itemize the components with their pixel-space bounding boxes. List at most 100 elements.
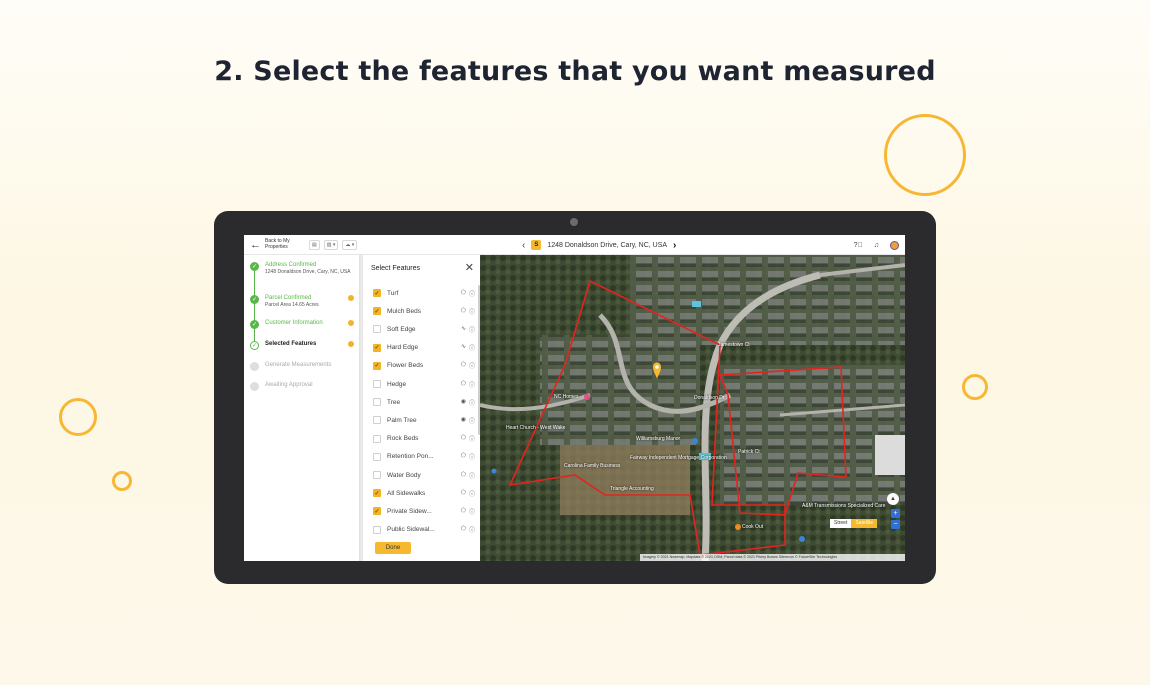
info-icon[interactable]: ⓘ <box>469 416 475 425</box>
feature-row[interactable]: Tree ◉ ⓘ <box>373 393 475 411</box>
info-icon[interactable]: ⓘ <box>469 525 475 534</box>
compass-icon[interactable]: ▲ <box>887 493 899 505</box>
step-customer-information[interactable]: ✓ Customer Information <box>250 319 358 329</box>
top-bar: ← Back to My Properties ▤ ▨ ▾ ☁ ▾ ‹ S 12… <box>244 235 905 255</box>
info-icon[interactable]: ⓘ <box>469 434 475 443</box>
address-title: 1248 Donaldson Drive, Cary, NC, USA <box>547 241 668 249</box>
step-parcel-confirmed[interactable]: ✓ Parcel Confirmed Parcel Area 14.65 Acr… <box>250 294 358 308</box>
map-label: Fairway Independent Mortgage Corporation <box>630 455 727 461</box>
cloud-tool-button[interactable]: ☁ ▾ <box>342 239 358 250</box>
check-icon: ✓ <box>250 295 259 304</box>
info-icon[interactable]: ⓘ <box>469 289 475 298</box>
feature-icons: ⬠ ⓘ <box>461 434 475 443</box>
feature-row[interactable]: ✓ Private Sidew... ⬠ ⓘ <box>373 502 475 520</box>
feature-row[interactable]: Retention Pon... ⬠ ⓘ <box>373 448 475 466</box>
feature-row[interactable]: ✓ Turf ⬠ ⓘ <box>373 284 475 302</box>
polygon-icon: ⬠ <box>460 289 466 296</box>
info-icon[interactable]: ⓘ <box>469 325 475 334</box>
step-address-confirmed[interactable]: ✓ Address Confirmed 1248 Donaldson Drive… <box>250 261 358 275</box>
feature-label: Mulch Beds <box>387 307 421 315</box>
polygon-icon: ⬠ <box>460 362 466 369</box>
feature-row[interactable]: ✓ Mulch Beds ⬠ ⓘ <box>373 302 475 320</box>
feature-checkbox[interactable]: ✓ <box>373 361 381 370</box>
arrow-left-icon: ← <box>250 238 261 251</box>
feature-icons: ⬠ ⓘ <box>461 525 475 534</box>
feature-icons: ⬠ ⓘ <box>461 380 475 389</box>
feature-icons: ⬠ ⓘ <box>461 507 475 516</box>
back-button[interactable]: ← Back to My Properties <box>250 238 305 251</box>
feature-row[interactable]: ✓ Flower Beds ⬠ ⓘ <box>373 357 475 375</box>
feature-row[interactable]: Water Body ⬠ ⓘ <box>373 466 475 484</box>
feature-row[interactable]: Hedge ⬠ ⓘ <box>373 375 475 393</box>
feature-row[interactable]: Palm Tree ◉ ⓘ <box>373 411 475 429</box>
pending-step-icon <box>250 362 259 371</box>
feature-checkbox[interactable] <box>373 434 381 443</box>
feature-checkbox[interactable] <box>373 416 381 425</box>
feature-checkbox[interactable] <box>373 325 381 334</box>
check-icon: ✓ <box>250 320 259 329</box>
image-icon: ▨ ▾ <box>326 241 336 248</box>
edit-indicator-icon[interactable] <box>348 295 354 301</box>
info-icon[interactable]: ⓘ <box>469 398 475 407</box>
feature-checkbox[interactable]: ✓ <box>373 489 381 498</box>
chevron-right-icon[interactable]: › <box>673 240 676 251</box>
map-type-toggle: Street Satellite <box>830 519 878 528</box>
feature-row[interactable]: Soft Edge ∿ ⓘ <box>373 320 475 338</box>
feature-label: Palm Tree <box>387 416 417 424</box>
satellite-map[interactable]: NC Homes Heart Church - West Wake Willia… <box>480 255 905 561</box>
help-icon[interactable]: ?⃝ <box>854 242 863 249</box>
zoom-in-button[interactable]: + <box>891 509 900 518</box>
zoom-out-button[interactable]: − <box>891 520 900 529</box>
page-headline: 2. Select the features that you want mea… <box>214 56 936 87</box>
info-icon[interactable]: ⓘ <box>469 380 475 389</box>
feature-checkbox[interactable]: ✓ <box>373 507 381 516</box>
street-view-button[interactable]: Street <box>830 519 852 528</box>
polygon-icon: ⬠ <box>460 453 466 460</box>
feature-checkbox[interactable] <box>373 380 381 388</box>
feature-label: Soft Edge <box>387 325 416 333</box>
info-icon[interactable]: ⓘ <box>469 361 475 370</box>
top-actions: ?⃝ ♫ <box>854 235 899 255</box>
feature-label: Rock Beds <box>387 435 419 443</box>
edit-indicator-icon[interactable] <box>348 341 354 347</box>
feature-checkbox[interactable]: ✓ <box>373 343 381 352</box>
feature-row[interactable]: ✓ Hard Edge ∿ ⓘ <box>373 339 475 357</box>
feature-checkbox[interactable] <box>373 452 381 461</box>
feature-row[interactable]: ✓ All Sidewalks ⬠ ⓘ <box>373 484 475 502</box>
info-icon[interactable]: ⓘ <box>469 471 475 480</box>
map-label: Carolina Family Business <box>564 463 621 469</box>
edit-indicator-icon[interactable] <box>348 320 354 326</box>
feature-checkbox[interactable]: ✓ <box>373 307 381 316</box>
feature-label: Turf <box>387 289 399 297</box>
info-icon[interactable]: ⓘ <box>469 307 475 316</box>
feature-checkbox[interactable] <box>373 525 381 534</box>
feature-row[interactable]: Rock Beds ⬠ ⓘ <box>373 430 475 448</box>
feature-checkbox[interactable]: ✓ <box>373 289 381 297</box>
feature-row[interactable]: Public Sidewal... ⬠ ⓘ <box>373 521 475 539</box>
step-title: Parcel Confirmed <box>265 295 312 301</box>
avatar[interactable] <box>890 240 899 250</box>
feature-label: Retention Pon... <box>387 453 434 461</box>
feature-checkbox[interactable] <box>373 471 381 479</box>
image-tool-button[interactable]: ▨ ▾ <box>323 239 339 250</box>
polygon-icon: ⬠ <box>460 489 466 496</box>
info-icon[interactable]: ⓘ <box>469 507 475 516</box>
polygon-icon: ⬠ <box>460 435 466 442</box>
info-icon[interactable]: ⓘ <box>469 452 475 461</box>
feature-icons: ◉ ⓘ <box>461 416 475 425</box>
feature-checkbox[interactable] <box>373 398 381 407</box>
decorative-circle-tiny <box>112 471 132 491</box>
chevron-left-icon[interactable]: ‹ <box>522 240 525 251</box>
step-generate-measurements: Generate Measurements <box>250 361 358 371</box>
satellite-view-button[interactable]: Satellite <box>851 519 878 528</box>
info-icon[interactable]: ⓘ <box>469 343 475 352</box>
layers-tool-button[interactable]: ▤ <box>309 239 320 250</box>
back-label: Back to My Properties <box>265 238 290 250</box>
decorative-circle-large <box>884 114 966 196</box>
done-button[interactable]: Done <box>375 542 411 554</box>
close-icon[interactable]: ✕ <box>465 261 474 274</box>
step-selected-features[interactable]: ✓ Selected Features <box>250 340 358 350</box>
info-icon[interactable]: ⓘ <box>469 489 475 498</box>
step-awaiting-approval: Awaiting Approval <box>250 381 358 391</box>
bell-icon[interactable]: ♫ <box>874 242 879 249</box>
